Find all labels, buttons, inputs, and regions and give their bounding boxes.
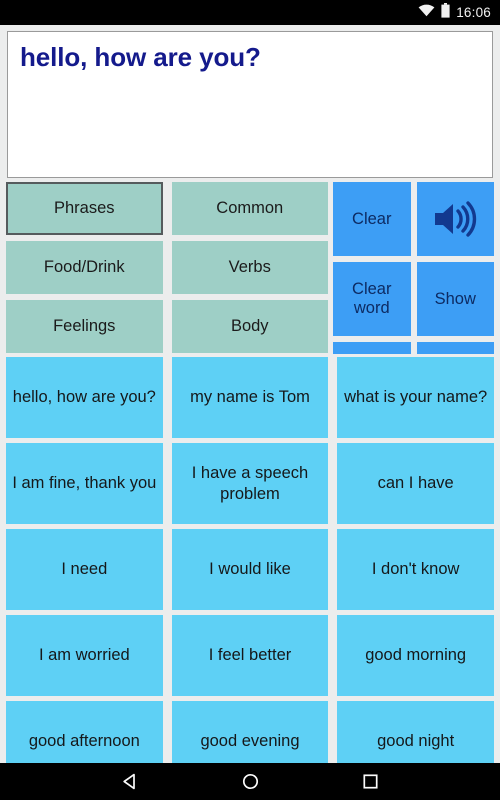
output-text: hello, how are you? <box>20 42 261 72</box>
nav-recents-button[interactable] <box>310 772 430 791</box>
speak-button[interactable] <box>416 182 494 256</box>
category-button-label: Body <box>230 317 269 336</box>
status-bar: 16:06 <box>0 0 500 25</box>
output-field-wrap: hello, how are you? <box>0 25 500 178</box>
phrase-button[interactable]: can I have <box>337 443 494 524</box>
battery-full-icon <box>441 2 450 23</box>
phrase-button-label: I feel better <box>208 646 292 665</box>
back-triangle-icon <box>122 773 135 790</box>
control-button-show[interactable]: Show <box>416 262 494 336</box>
category-button-food-drink[interactable]: Food/Drink <box>6 241 163 294</box>
control-button-clear-word[interactable]: Clear word <box>333 262 411 336</box>
phrase-button[interactable]: good morning <box>337 615 494 696</box>
nav-home-button[interactable] <box>190 772 310 791</box>
category-button-label: Phrases <box>53 199 115 218</box>
phrase-button-label: my name is Tom <box>190 388 310 407</box>
category-panel[interactable]: Phrases Common Food/Drink Verbs Feelings Body <box>6 182 328 354</box>
phrase-button-label: I don't know <box>371 560 460 579</box>
category-button-verbs[interactable]: Verbs <box>171 241 328 294</box>
category-button-label: Food/Drink <box>43 258 125 277</box>
phrase-button-label: good afternoon <box>28 732 140 751</box>
speaker-icon <box>432 200 478 238</box>
phrase-button[interactable]: hello, how are you? <box>6 357 163 438</box>
category-button-common[interactable]: Common <box>171 182 328 235</box>
phrase-button[interactable]: I have a speech problem <box>171 443 329 524</box>
phrase-button[interactable]: I don't know <box>337 529 494 610</box>
control-button-clear[interactable]: Clear <box>333 182 411 256</box>
category-button-phrases[interactable]: Phrases <box>6 182 163 235</box>
phrase-button-label: I would like <box>209 560 291 579</box>
control-button-label: Clear <box>352 209 392 228</box>
mid-section: Phrases Common Food/Drink Verbs Feelings Body… <box>0 178 500 354</box>
status-clock: 16:06 <box>456 4 491 20</box>
phrase-button-label: I have a speech problem <box>191 463 309 503</box>
phrase-button[interactable]: I need <box>6 529 163 610</box>
recents-square-icon <box>362 774 378 789</box>
phrase-button[interactable]: I am worried <box>6 615 163 696</box>
phrase-button-label: I need <box>61 560 108 579</box>
phrase-button[interactable]: I feel better <box>171 615 329 696</box>
phrase-button-label: good evening <box>200 732 300 751</box>
wifi-icon <box>418 4 435 22</box>
phrase-button[interactable]: I am fine, thank you <box>6 443 163 524</box>
control-button-label: Show <box>434 289 476 308</box>
phrase-button-label: good night <box>377 732 455 751</box>
phrase-button[interactable]: my name is Tom <box>171 357 329 438</box>
phrase-button-label: can I have <box>377 474 454 493</box>
phrase-button-label: I am worried <box>38 646 130 665</box>
control-panel[interactable]: Clear Clear word Show <box>333 182 494 354</box>
category-button-label: Verbs <box>228 258 271 277</box>
control-button-label: Clear word <box>352 280 392 317</box>
category-button-label: Common <box>216 199 284 218</box>
nav-back-button[interactable] <box>70 772 190 791</box>
control-button-5[interactable] <box>416 342 494 354</box>
category-button-label: Feelings <box>53 317 116 336</box>
phrase-button[interactable]: what is your name? <box>337 357 494 438</box>
category-button-feelings[interactable]: Feelings <box>6 300 163 353</box>
android-nav-bar <box>0 763 500 800</box>
phrase-grid[interactable]: hello, how are you? my name is Tom what is… <box>0 354 500 800</box>
app-root: 16:06 hello, how are you? Phrases Common F… <box>0 0 500 800</box>
phrase-button-label: good morning <box>365 646 467 665</box>
control-button-4[interactable] <box>333 342 411 354</box>
phrase-button-label: I am fine, thank you <box>12 474 157 493</box>
category-button-body[interactable]: Body <box>171 300 328 353</box>
home-circle-icon <box>242 773 258 790</box>
output-text-field[interactable]: hello, how are you? <box>7 31 493 178</box>
phrase-button[interactable]: I would like <box>171 529 329 610</box>
phrase-button-label: what is your name? <box>344 388 488 407</box>
phrase-button-label: hello, how are you? <box>12 388 156 407</box>
